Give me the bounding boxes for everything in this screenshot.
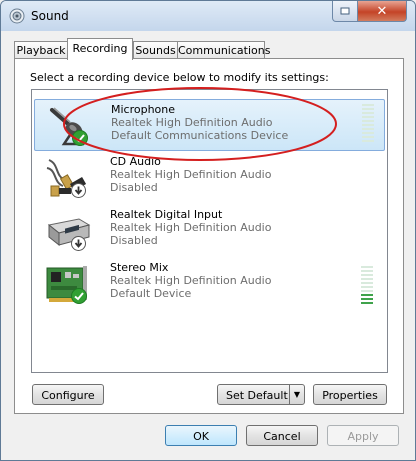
recording-tab-panel: Select a recording device below to modif… [14,58,404,414]
tab-recording[interactable]: Recording [67,38,133,60]
configure-button[interactable]: Configure [32,384,104,405]
chevron-down-icon[interactable]: ▼ [289,385,304,404]
device-driver: Realtek High Definition Audio [110,274,272,287]
window-title: Sound [31,9,69,23]
device-item-cd-audio[interactable]: CD Audio Realtek High Definition Audio D… [34,152,383,202]
tab-sounds[interactable]: Sounds [133,41,178,59]
properties-button[interactable]: Properties [313,384,387,405]
cancel-button[interactable]: Cancel [246,425,318,446]
disabled-badge-icon [71,183,86,198]
level-meter [361,266,373,306]
device-name: Microphone [111,103,176,116]
disabled-badge-icon [71,236,86,251]
close-icon: ✕ [376,3,388,19]
title-bar[interactable]: Sound ✕ [1,1,415,31]
apply-button[interactable]: Apply [327,425,399,446]
minimize-icon [340,7,350,15]
device-item-microphone[interactable]: Microphone Realtek High Definition Audio… [34,99,385,151]
set-default-button[interactable]: Set Default ▼ [217,384,305,405]
device-name: Realtek Digital Input [110,208,223,221]
device-name: Stereo Mix [110,261,169,274]
ok-button[interactable]: OK [165,425,237,446]
tab-playback[interactable]: Playback [14,41,68,59]
speaker-icon [9,8,25,24]
device-list[interactable]: Microphone Realtek High Definition Audio… [31,89,388,373]
device-status: Default Device [110,287,192,300]
tab-communications[interactable]: Communications [177,41,270,59]
device-driver: Realtek High Definition Audio [110,168,272,181]
device-status: Disabled [110,181,158,194]
device-status: Default Communications Device [111,129,289,142]
device-name: CD Audio [110,155,161,168]
device-status: Disabled [110,234,158,247]
device-driver: Realtek High Definition Audio [111,116,273,129]
level-meter [362,104,374,144]
device-driver: Realtek High Definition Audio [110,221,272,234]
device-item-realtek-digital-input[interactable]: Realtek Digital Input Realtek High Defin… [34,205,383,255]
close-button[interactable]: ✕ [357,1,407,22]
check-badge-icon [71,288,87,304]
minimize-button[interactable] [332,1,358,22]
instruction-text: Select a recording device below to modif… [30,71,329,84]
device-item-stereo-mix[interactable]: Stereo Mix Realtek High Definition Audio… [34,258,383,308]
sound-dialog: Sound ✕ Playback Recording Sounds Commun… [0,0,416,461]
check-badge-icon [72,130,88,146]
set-default-label: Set Default [226,389,288,402]
